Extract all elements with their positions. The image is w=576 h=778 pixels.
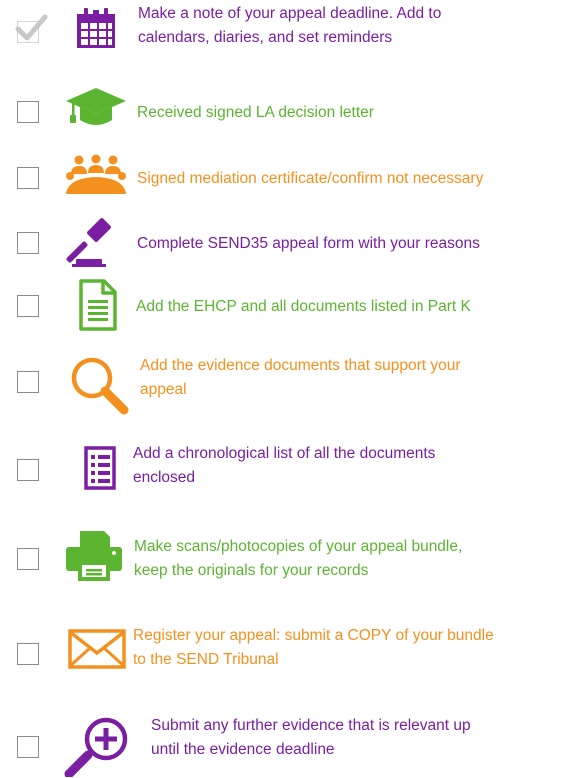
checkbox[interactable] [17, 548, 39, 570]
checklist-item: Add the EHCP and all documents listed in… [0, 276, 576, 336]
item-text: Complete SEND35 appeal form with your re… [137, 235, 480, 252]
checkbox[interactable] [17, 736, 39, 758]
item-text: Make a note of your appeal deadline. Add… [138, 5, 442, 46]
item-text: Make scans/photocopies of your appeal bu… [134, 538, 463, 579]
item-text: Signed mediation certificate/confirm not… [137, 170, 484, 187]
item-text: Register your appeal: submit a COPY of y… [133, 627, 494, 668]
appeal-checklist: Make a note of your appeal deadline. Add… [0, 0, 576, 778]
item-text: Add a chronological list of all the docu… [133, 445, 436, 486]
magnifying-glass-icon [66, 354, 132, 416]
meeting-table-icon [64, 154, 128, 196]
checklist-item: Received signed LA decision letter [0, 80, 576, 140]
checklist-item: Add a chronological list of all the docu… [0, 436, 576, 496]
zoom-in-icon [62, 715, 130, 777]
envelope-icon [68, 629, 126, 669]
checklist-item: Add the evidence documents that support … [0, 348, 576, 415]
list-icon [84, 446, 116, 490]
graduation-cap-icon [64, 84, 128, 128]
calendar-icon [73, 6, 119, 52]
checklist-item: Submit any further evidence that is rele… [0, 712, 576, 777]
checkbox[interactable] [17, 167, 39, 189]
item-text: Received signed LA decision letter [137, 104, 374, 121]
checkbox[interactable] [17, 371, 39, 393]
item-text: Add the evidence documents that support … [140, 357, 461, 398]
checklist-item: Register your appeal: submit a COPY of y… [0, 617, 576, 677]
printer-icon [64, 527, 124, 583]
checkbox[interactable] [17, 232, 39, 254]
gavel-icon [66, 215, 124, 267]
checklist-item: Complete SEND35 appeal form with your re… [0, 213, 576, 273]
checkbox-checked[interactable] [15, 14, 48, 43]
item-text: Submit any further evidence that is rele… [151, 717, 471, 758]
checkmark-icon [15, 14, 48, 41]
checkbox[interactable] [17, 459, 39, 481]
checklist-item: Make a note of your appeal deadline. Add… [0, 2, 576, 62]
checklist-item: Signed mediation certificate/confirm not… [0, 148, 576, 208]
checklist-item: Make scans/photocopies of your appeal bu… [0, 527, 576, 587]
document-icon [78, 278, 118, 332]
checkbox[interactable] [17, 101, 39, 123]
checkbox[interactable] [17, 295, 39, 317]
item-text: Add the EHCP and all documents listed in… [136, 298, 471, 315]
checkbox[interactable] [17, 643, 39, 665]
